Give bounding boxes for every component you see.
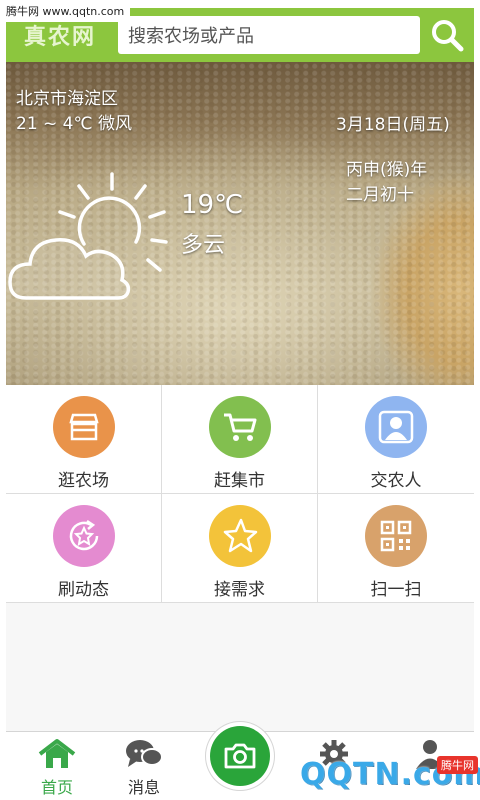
lunar-year-text: 丙申(猴)年 bbox=[346, 160, 428, 180]
grid-item-label: 接需求 bbox=[214, 580, 265, 600]
search-button[interactable] bbox=[420, 8, 474, 62]
watermark-top: 腾牛网 www.qqtn.com bbox=[0, 0, 131, 22]
shop-icon bbox=[52, 396, 115, 458]
app-screen: 腾牛网 www.qqtn.com 真农网 搜索农场或产品 北京市海淀区 21 ~… bbox=[0, 0, 480, 800]
camera-button[interactable] bbox=[206, 722, 274, 790]
camera-icon bbox=[224, 743, 256, 769]
location-text: 北京市海淀区 bbox=[16, 89, 118, 109]
grid-item-demand[interactable]: 接需求 bbox=[162, 494, 318, 603]
temperature-range-text: 21 ~ 4℃ 微风 bbox=[16, 114, 132, 134]
tab-home-label: 首页 bbox=[40, 778, 73, 797]
message-icon bbox=[126, 740, 163, 767]
qr-icon bbox=[365, 505, 427, 567]
star-icon bbox=[208, 505, 271, 567]
search-icon bbox=[432, 20, 464, 52]
partly-cloudy-icon bbox=[8, 172, 168, 300]
search-placeholder: 搜索农场或产品 bbox=[128, 26, 254, 47]
person-icon bbox=[365, 396, 427, 458]
watermark-logo: QQTN.com 腾牛网 bbox=[300, 748, 480, 800]
date-text: 3月18日(周五) bbox=[336, 115, 450, 135]
tab-home[interactable]: 首页 bbox=[11, 732, 103, 800]
content-empty-area bbox=[6, 603, 474, 731]
grid-item-scan[interactable]: 扫一扫 bbox=[318, 494, 474, 603]
grid-item-farm[interactable]: 逛农场 bbox=[6, 385, 162, 494]
grid-item-label: 交农人 bbox=[370, 471, 422, 491]
grid-item-label: 赶集市 bbox=[214, 471, 265, 491]
cart-icon bbox=[208, 396, 271, 458]
grid-item-label: 扫一扫 bbox=[370, 580, 422, 600]
current-temperature: 19℃ bbox=[181, 190, 244, 220]
grid-item-label: 逛农场 bbox=[58, 471, 109, 491]
weather-banner[interactable]: 北京市海淀区 21 ~ 4℃ 微风 3月18日(周五) 丙申(猴)年 二月初十 … bbox=[6, 62, 474, 385]
grid-item-farmers[interactable]: 交农人 bbox=[318, 385, 474, 494]
grid-item-market[interactable]: 赶集市 bbox=[162, 385, 318, 494]
watermark-badge: 腾牛网 bbox=[437, 756, 478, 774]
grid-item-feed[interactable]: 刷动态 bbox=[6, 494, 162, 603]
weather-condition: 多云 bbox=[181, 233, 226, 258]
search-input[interactable]: 搜索农场或产品 bbox=[118, 16, 420, 54]
home-icon bbox=[38, 739, 76, 768]
tab-messages[interactable]: 消息 bbox=[98, 732, 190, 800]
tab-messages-label: 消息 bbox=[127, 778, 160, 797]
feature-grid: 逛农场 赶集市 交农人 刷动态 接需求 扫一扫 bbox=[6, 385, 474, 603]
grid-item-label: 刷动态 bbox=[58, 580, 109, 600]
star-refresh-icon bbox=[52, 505, 115, 567]
lunar-day-text: 二月初十 bbox=[346, 185, 414, 205]
